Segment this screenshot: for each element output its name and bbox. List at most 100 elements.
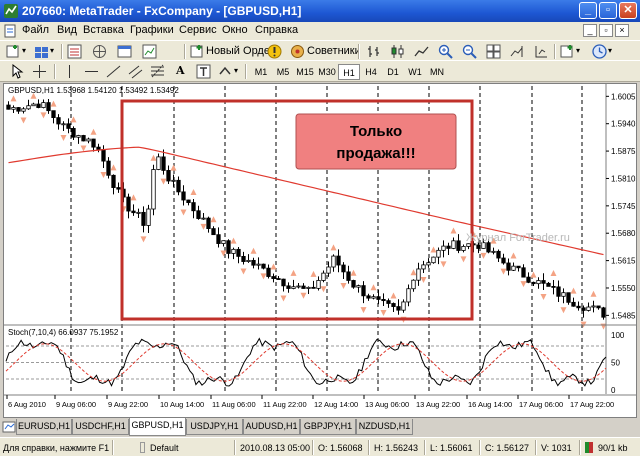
candle-body [306,286,311,289]
candle-body [591,305,596,308]
close-button[interactable]: ✕ [619,2,637,19]
timeframe-m15[interactable]: M15 [294,64,316,80]
timeframe-m30[interactable]: M30 [316,64,338,80]
navigator-icon[interactable] [92,44,107,59]
candlestick-chart-icon[interactable] [390,44,405,59]
timeframe-h4[interactable]: H4 [360,64,382,80]
watermark-text: Журнал ForTrader.ru [466,232,570,244]
candle-body [61,123,66,126]
dropdown-arrow-icon[interactable]: ▾ [50,43,54,60]
fractal-up-marker [230,237,237,244]
market-watch-icon[interactable] [67,44,82,59]
bar-chart-icon[interactable] [366,44,381,59]
new-order-icon[interactable] [190,44,205,59]
price-chart[interactable]: Только продажа!!! Журнал ForTrader.ru GB… [4,84,636,417]
candle-body [561,292,566,297]
strategy-tester-icon[interactable] [142,44,157,59]
profiles-icon[interactable] [34,44,49,59]
candle-body [366,295,371,299]
candle-body [51,110,56,118]
dropdown-arrow-icon[interactable]: ▾ [576,43,580,60]
minimize-button[interactable]: _ [579,2,597,19]
tab-usdjpy[interactable]: USDJPY,H1 [186,419,243,435]
tab-usdchf[interactable]: USDCHF,H1 [72,419,129,435]
candle-body [216,234,221,244]
candle-body [166,170,171,182]
dropdown-arrow-icon[interactable]: ▾ [608,43,612,60]
zoom-out-icon[interactable] [462,44,477,59]
new-order-button[interactable]: Новый Ордер [206,43,276,60]
maximize-button[interactable]: ▫ [599,2,617,19]
zoom-in-icon[interactable] [438,44,453,59]
fractal-up-marker [110,164,117,171]
mdi-minimize-button[interactable]: _ [583,24,597,37]
vertical-line-icon[interactable] [62,64,77,79]
expert-advisors-icon[interactable] [290,44,305,59]
mdi-close-button[interactable]: × [615,24,629,37]
menu-bar: Файл Вид Вставка Графики Сервис Окно Спр… [0,22,640,40]
meta-editor-icon[interactable] [267,44,282,59]
standard-toolbar: ▾ ▾ Новый Ордер Советники ▾ ▾ [0,40,640,60]
candle-body [536,280,541,285]
text-tool-button[interactable]: A [176,63,185,80]
candle-body [211,228,216,236]
banner-line-1: Только [350,123,402,140]
periods-clock-icon[interactable] [592,44,607,59]
timeframe-w1[interactable]: W1 [404,64,426,80]
fractal-up-marker [130,194,137,201]
tab-nzdusd[interactable]: NZDUSD,H1 [356,419,413,435]
dropdown-arrow-icon[interactable]: ▾ [22,43,26,60]
price-tick-label: 1.57455 [611,202,636,211]
tab-eurusd[interactable]: EURUSD,H1 [16,419,72,435]
candle-body [341,264,346,273]
fractal-down-marker [140,236,147,243]
candle-body [66,123,71,129]
candle-body [446,245,451,249]
cursor-icon[interactable] [10,64,25,79]
status-traffic: 90/1 kb [598,443,628,453]
terminal-icon[interactable] [117,44,132,59]
arrows-icon[interactable] [218,64,233,79]
line-chart-icon[interactable] [414,44,429,59]
tab-gbpusd[interactable]: GBPUSD,H1 [129,418,186,436]
tile-windows-icon[interactable] [486,44,501,59]
timeframe-m5[interactable]: M5 [272,64,294,80]
menu-help[interactable]: Справка [255,24,298,36]
expert-advisors-button[interactable]: Советники [307,43,361,60]
crosshair-icon[interactable] [32,64,47,79]
chart-window[interactable]: Только продажа!!! Журнал ForTrader.ru GB… [3,83,637,418]
candle-body [521,267,526,278]
mdi-restore-button[interactable]: ▫ [599,24,613,37]
equidistant-channel-icon[interactable] [128,64,143,79]
autoscroll-icon[interactable] [510,44,525,59]
trendline-icon[interactable] [106,64,121,79]
menu-file[interactable]: Файл [22,24,49,36]
candle-body [161,156,166,171]
fractal-up-marker [10,95,17,102]
candle-body [126,196,131,212]
timeframe-d1[interactable]: D1 [382,64,404,80]
menu-window[interactable]: Окно [222,24,248,36]
menu-tools[interactable]: Сервис [179,24,217,36]
candle-body [461,246,466,251]
banner-line-2: продажа!!! [336,145,415,162]
fractal-down-marker [460,256,467,263]
timeframe-mn[interactable]: MN [426,64,448,80]
dropdown-arrow-icon[interactable]: ▾ [234,63,238,80]
chart-shift-icon[interactable] [534,44,549,59]
tab-gbpjpy[interactable]: GBPJPY,H1 [300,419,356,435]
menu-insert[interactable]: Вставка [83,24,124,36]
candle-body [501,257,506,264]
horizontal-line-icon[interactable] [84,64,99,79]
tab-audusd[interactable]: AUDUSD,H1 [243,419,300,435]
new-chart-icon[interactable] [6,44,21,59]
menu-view[interactable]: Вид [57,24,77,36]
indicators-icon[interactable] [560,44,575,59]
text-label-icon[interactable] [196,64,211,79]
timeframe-h1[interactable]: H1 [338,64,360,80]
menu-charts[interactable]: Графики [130,24,174,36]
timeframe-m1[interactable]: M1 [250,64,272,80]
fractal-up-marker [530,271,537,278]
fractal-down-marker [180,209,187,216]
fibonacci-icon[interactable] [150,64,165,79]
